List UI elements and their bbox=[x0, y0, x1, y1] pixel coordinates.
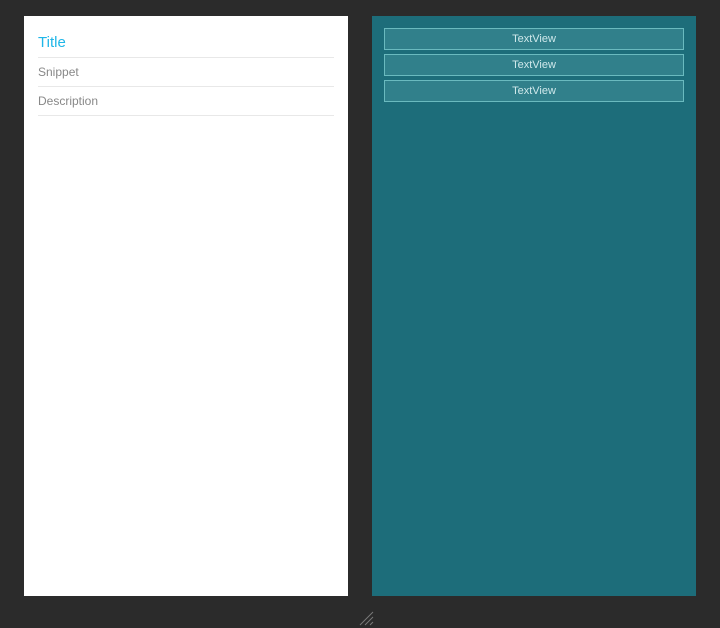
textview-row[interactable]: TextView bbox=[384, 54, 684, 76]
textview-row[interactable]: TextView bbox=[384, 80, 684, 102]
preview-panel-left[interactable]: Title Snippet Description bbox=[24, 16, 348, 596]
snippet-text: Snippet bbox=[38, 58, 334, 87]
left-content: Title Snippet Description bbox=[24, 16, 348, 128]
preview-panel-right[interactable]: TextView TextView TextView bbox=[372, 16, 696, 596]
description-text: Description bbox=[38, 87, 334, 116]
title-text: Title bbox=[38, 28, 334, 58]
textview-row[interactable]: TextView bbox=[384, 28, 684, 50]
right-content: TextView TextView TextView bbox=[372, 16, 696, 118]
editor-container: Title Snippet Description TextView TextV… bbox=[0, 0, 720, 628]
